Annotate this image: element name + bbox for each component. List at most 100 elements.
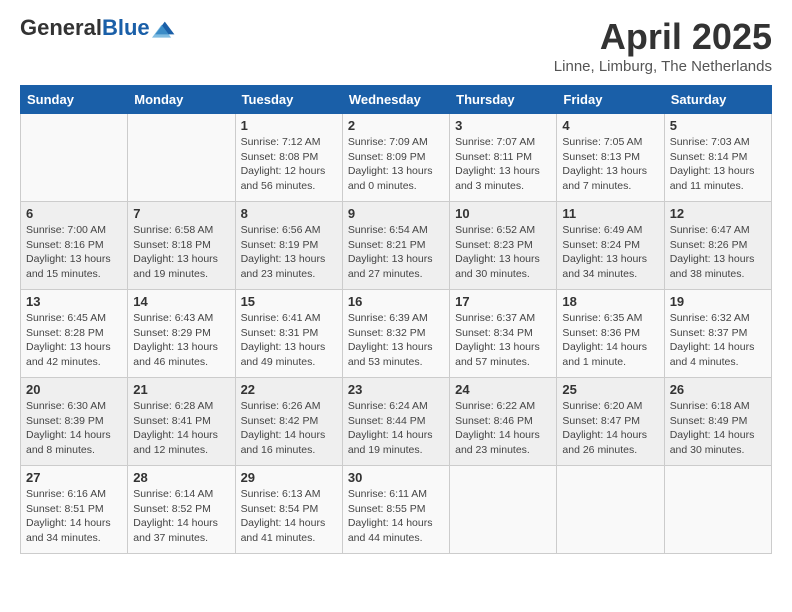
day-number: 22 — [241, 382, 337, 397]
calendar-cell: 19 Sunrise: 6:32 AM Sunset: 8:37 PM Dayli… — [664, 290, 771, 378]
calendar-cell: 28Sunrise: 6:14 AM Sunset: 8:52 PM Dayli… — [128, 466, 235, 554]
logo: GeneralBlue — [20, 16, 176, 40]
calendar-cell: 20Sunrise: 6:30 AM Sunset: 8:39 PM Dayli… — [21, 378, 128, 466]
day-info: Sunrise: 6:20 AM Sunset: 8:47 PM Dayligh… — [562, 399, 658, 458]
calendar-cell: 2 Sunrise: 7:09 AM Sunset: 8:09 PM Daylig… — [342, 114, 449, 202]
day-number: 23 — [348, 382, 444, 397]
day-info: Sunrise: 6:39 AM Sunset: 8:32 PM Dayligh… — [348, 311, 444, 370]
calendar-cell: 11 Sunrise: 6:49 AM Sunset: 8:24 PM Dayli… — [557, 202, 664, 290]
day-number: 27 — [26, 470, 122, 485]
day-info: Sunrise: 6:16 AM Sunset: 8:51 PM Dayligh… — [26, 487, 122, 546]
calendar-cell: 14 Sunrise: 6:43 AM Sunset: 8:29 PM Dayli… — [128, 290, 235, 378]
calendar-cell: 26 Sunrise: 6:18 AM Sunset: 8:49 PM Dayli… — [664, 378, 771, 466]
day-info: Sunrise: 6:28 AM Sunset: 8:41 PM Dayligh… — [133, 399, 229, 458]
calendar-day-header: Saturday — [664, 86, 771, 114]
day-info: Sunrise: 6:49 AM Sunset: 8:24 PM Dayligh… — [562, 223, 658, 282]
day-number: 25 — [562, 382, 658, 397]
calendar-week-row: 6 Sunrise: 7:00 AM Sunset: 8:16 PM Daylig… — [21, 202, 772, 290]
day-number: 12 — [670, 206, 766, 221]
day-info: Sunrise: 6:18 AM Sunset: 8:49 PM Dayligh… — [670, 399, 766, 458]
title-block: April 2025 Linne, Limburg, The Netherlan… — [554, 16, 772, 75]
day-number: 14 — [133, 294, 229, 309]
calendar-cell: 23 Sunrise: 6:24 AM Sunset: 8:44 PM Dayli… — [342, 378, 449, 466]
logo-general-text: General — [20, 15, 102, 40]
day-number: 6 — [26, 206, 122, 221]
main-title: April 2025 — [554, 16, 772, 58]
day-number: 20 — [26, 382, 122, 397]
calendar-cell — [557, 466, 664, 554]
calendar-cell: 22 Sunrise: 6:26 AM Sunset: 8:42 PM Dayli… — [235, 378, 342, 466]
day-number: 4 — [562, 118, 658, 133]
day-info: Sunrise: 7:00 AM Sunset: 8:16 PM Dayligh… — [26, 223, 122, 282]
subtitle: Linne, Limburg, The Netherlands — [554, 58, 772, 75]
calendar-table: SundayMondayTuesdayWednesdayThursdayFrid… — [20, 85, 772, 554]
day-info: Sunrise: 6:32 AM Sunset: 8:37 PM Dayligh… — [670, 311, 766, 370]
day-number: 29 — [241, 470, 337, 485]
day-info: Sunrise: 7:07 AM Sunset: 8:11 PM Dayligh… — [455, 135, 551, 194]
calendar-day-header: Thursday — [450, 86, 557, 114]
calendar-cell: 3Sunrise: 7:07 AM Sunset: 8:11 PM Daylig… — [450, 114, 557, 202]
calendar-cell: 24 Sunrise: 6:22 AM Sunset: 8:46 PM Dayli… — [450, 378, 557, 466]
day-info: Sunrise: 6:47 AM Sunset: 8:26 PM Dayligh… — [670, 223, 766, 282]
day-number: 13 — [26, 294, 122, 309]
day-info: Sunrise: 7:12 AM Sunset: 8:08 PM Dayligh… — [241, 135, 337, 194]
calendar-week-row: 1 Sunrise: 7:12 AM Sunset: 8:08 PM Daylig… — [21, 114, 772, 202]
day-number: 30 — [348, 470, 444, 485]
calendar-cell: 8Sunrise: 6:56 AM Sunset: 8:19 PM Daylig… — [235, 202, 342, 290]
day-number: 19 — [670, 294, 766, 309]
day-info: Sunrise: 7:05 AM Sunset: 8:13 PM Dayligh… — [562, 135, 658, 194]
day-info: Sunrise: 6:45 AM Sunset: 8:28 PM Dayligh… — [26, 311, 122, 370]
calendar-week-row: 27 Sunrise: 6:16 AM Sunset: 8:51 PM Dayli… — [21, 466, 772, 554]
calendar-day-header: Wednesday — [342, 86, 449, 114]
day-number: 9 — [348, 206, 444, 221]
day-info: Sunrise: 6:43 AM Sunset: 8:29 PM Dayligh… — [133, 311, 229, 370]
day-info: Sunrise: 6:35 AM Sunset: 8:36 PM Dayligh… — [562, 311, 658, 370]
calendar-cell: 17 Sunrise: 6:37 AM Sunset: 8:34 PM Dayli… — [450, 290, 557, 378]
logo-icon — [152, 16, 176, 40]
calendar-cell: 25 Sunrise: 6:20 AM Sunset: 8:47 PM Dayli… — [557, 378, 664, 466]
calendar-cell: 6 Sunrise: 7:00 AM Sunset: 8:16 PM Daylig… — [21, 202, 128, 290]
calendar-cell — [664, 466, 771, 554]
day-number: 1 — [241, 118, 337, 133]
day-info: Sunrise: 6:37 AM Sunset: 8:34 PM Dayligh… — [455, 311, 551, 370]
day-info: Sunrise: 6:22 AM Sunset: 8:46 PM Dayligh… — [455, 399, 551, 458]
day-info: Sunrise: 6:24 AM Sunset: 8:44 PM Dayligh… — [348, 399, 444, 458]
day-number: 16 — [348, 294, 444, 309]
day-info: Sunrise: 7:03 AM Sunset: 8:14 PM Dayligh… — [670, 135, 766, 194]
calendar-cell: 15Sunrise: 6:41 AM Sunset: 8:31 PM Dayli… — [235, 290, 342, 378]
calendar-day-header: Friday — [557, 86, 664, 114]
day-info: Sunrise: 6:11 AM Sunset: 8:55 PM Dayligh… — [348, 487, 444, 546]
day-number: 24 — [455, 382, 551, 397]
day-number: 7 — [133, 206, 229, 221]
page-header: GeneralBlue April 2025 Linne, Limburg, T… — [20, 16, 772, 75]
calendar-cell — [128, 114, 235, 202]
day-number: 2 — [348, 118, 444, 133]
day-number: 18 — [562, 294, 658, 309]
calendar-cell: 30 Sunrise: 6:11 AM Sunset: 8:55 PM Dayli… — [342, 466, 449, 554]
day-info: Sunrise: 6:54 AM Sunset: 8:21 PM Dayligh… — [348, 223, 444, 282]
day-number: 10 — [455, 206, 551, 221]
day-number: 11 — [562, 206, 658, 221]
day-info: Sunrise: 6:26 AM Sunset: 8:42 PM Dayligh… — [241, 399, 337, 458]
day-number: 26 — [670, 382, 766, 397]
calendar-cell: 9 Sunrise: 6:54 AM Sunset: 8:21 PM Daylig… — [342, 202, 449, 290]
calendar-header-row: SundayMondayTuesdayWednesdayThursdayFrid… — [21, 86, 772, 114]
day-number: 5 — [670, 118, 766, 133]
calendar-week-row: 20Sunrise: 6:30 AM Sunset: 8:39 PM Dayli… — [21, 378, 772, 466]
day-info: Sunrise: 7:09 AM Sunset: 8:09 PM Dayligh… — [348, 135, 444, 194]
calendar-cell: 1 Sunrise: 7:12 AM Sunset: 8:08 PM Daylig… — [235, 114, 342, 202]
day-number: 17 — [455, 294, 551, 309]
logo-blue-text: Blue — [102, 15, 150, 40]
calendar-day-header: Sunday — [21, 86, 128, 114]
day-info: Sunrise: 6:58 AM Sunset: 8:18 PM Dayligh… — [133, 223, 229, 282]
calendar-cell: 21Sunrise: 6:28 AM Sunset: 8:41 PM Dayli… — [128, 378, 235, 466]
day-number: 28 — [133, 470, 229, 485]
calendar-cell: 4 Sunrise: 7:05 AM Sunset: 8:13 PM Daylig… — [557, 114, 664, 202]
day-info: Sunrise: 6:52 AM Sunset: 8:23 PM Dayligh… — [455, 223, 551, 282]
day-number: 15 — [241, 294, 337, 309]
calendar-day-header: Tuesday — [235, 86, 342, 114]
calendar-day-header: Monday — [128, 86, 235, 114]
calendar-cell: 13 Sunrise: 6:45 AM Sunset: 8:28 PM Dayli… — [21, 290, 128, 378]
calendar-cell — [450, 466, 557, 554]
day-info: Sunrise: 6:13 AM Sunset: 8:54 PM Dayligh… — [241, 487, 337, 546]
